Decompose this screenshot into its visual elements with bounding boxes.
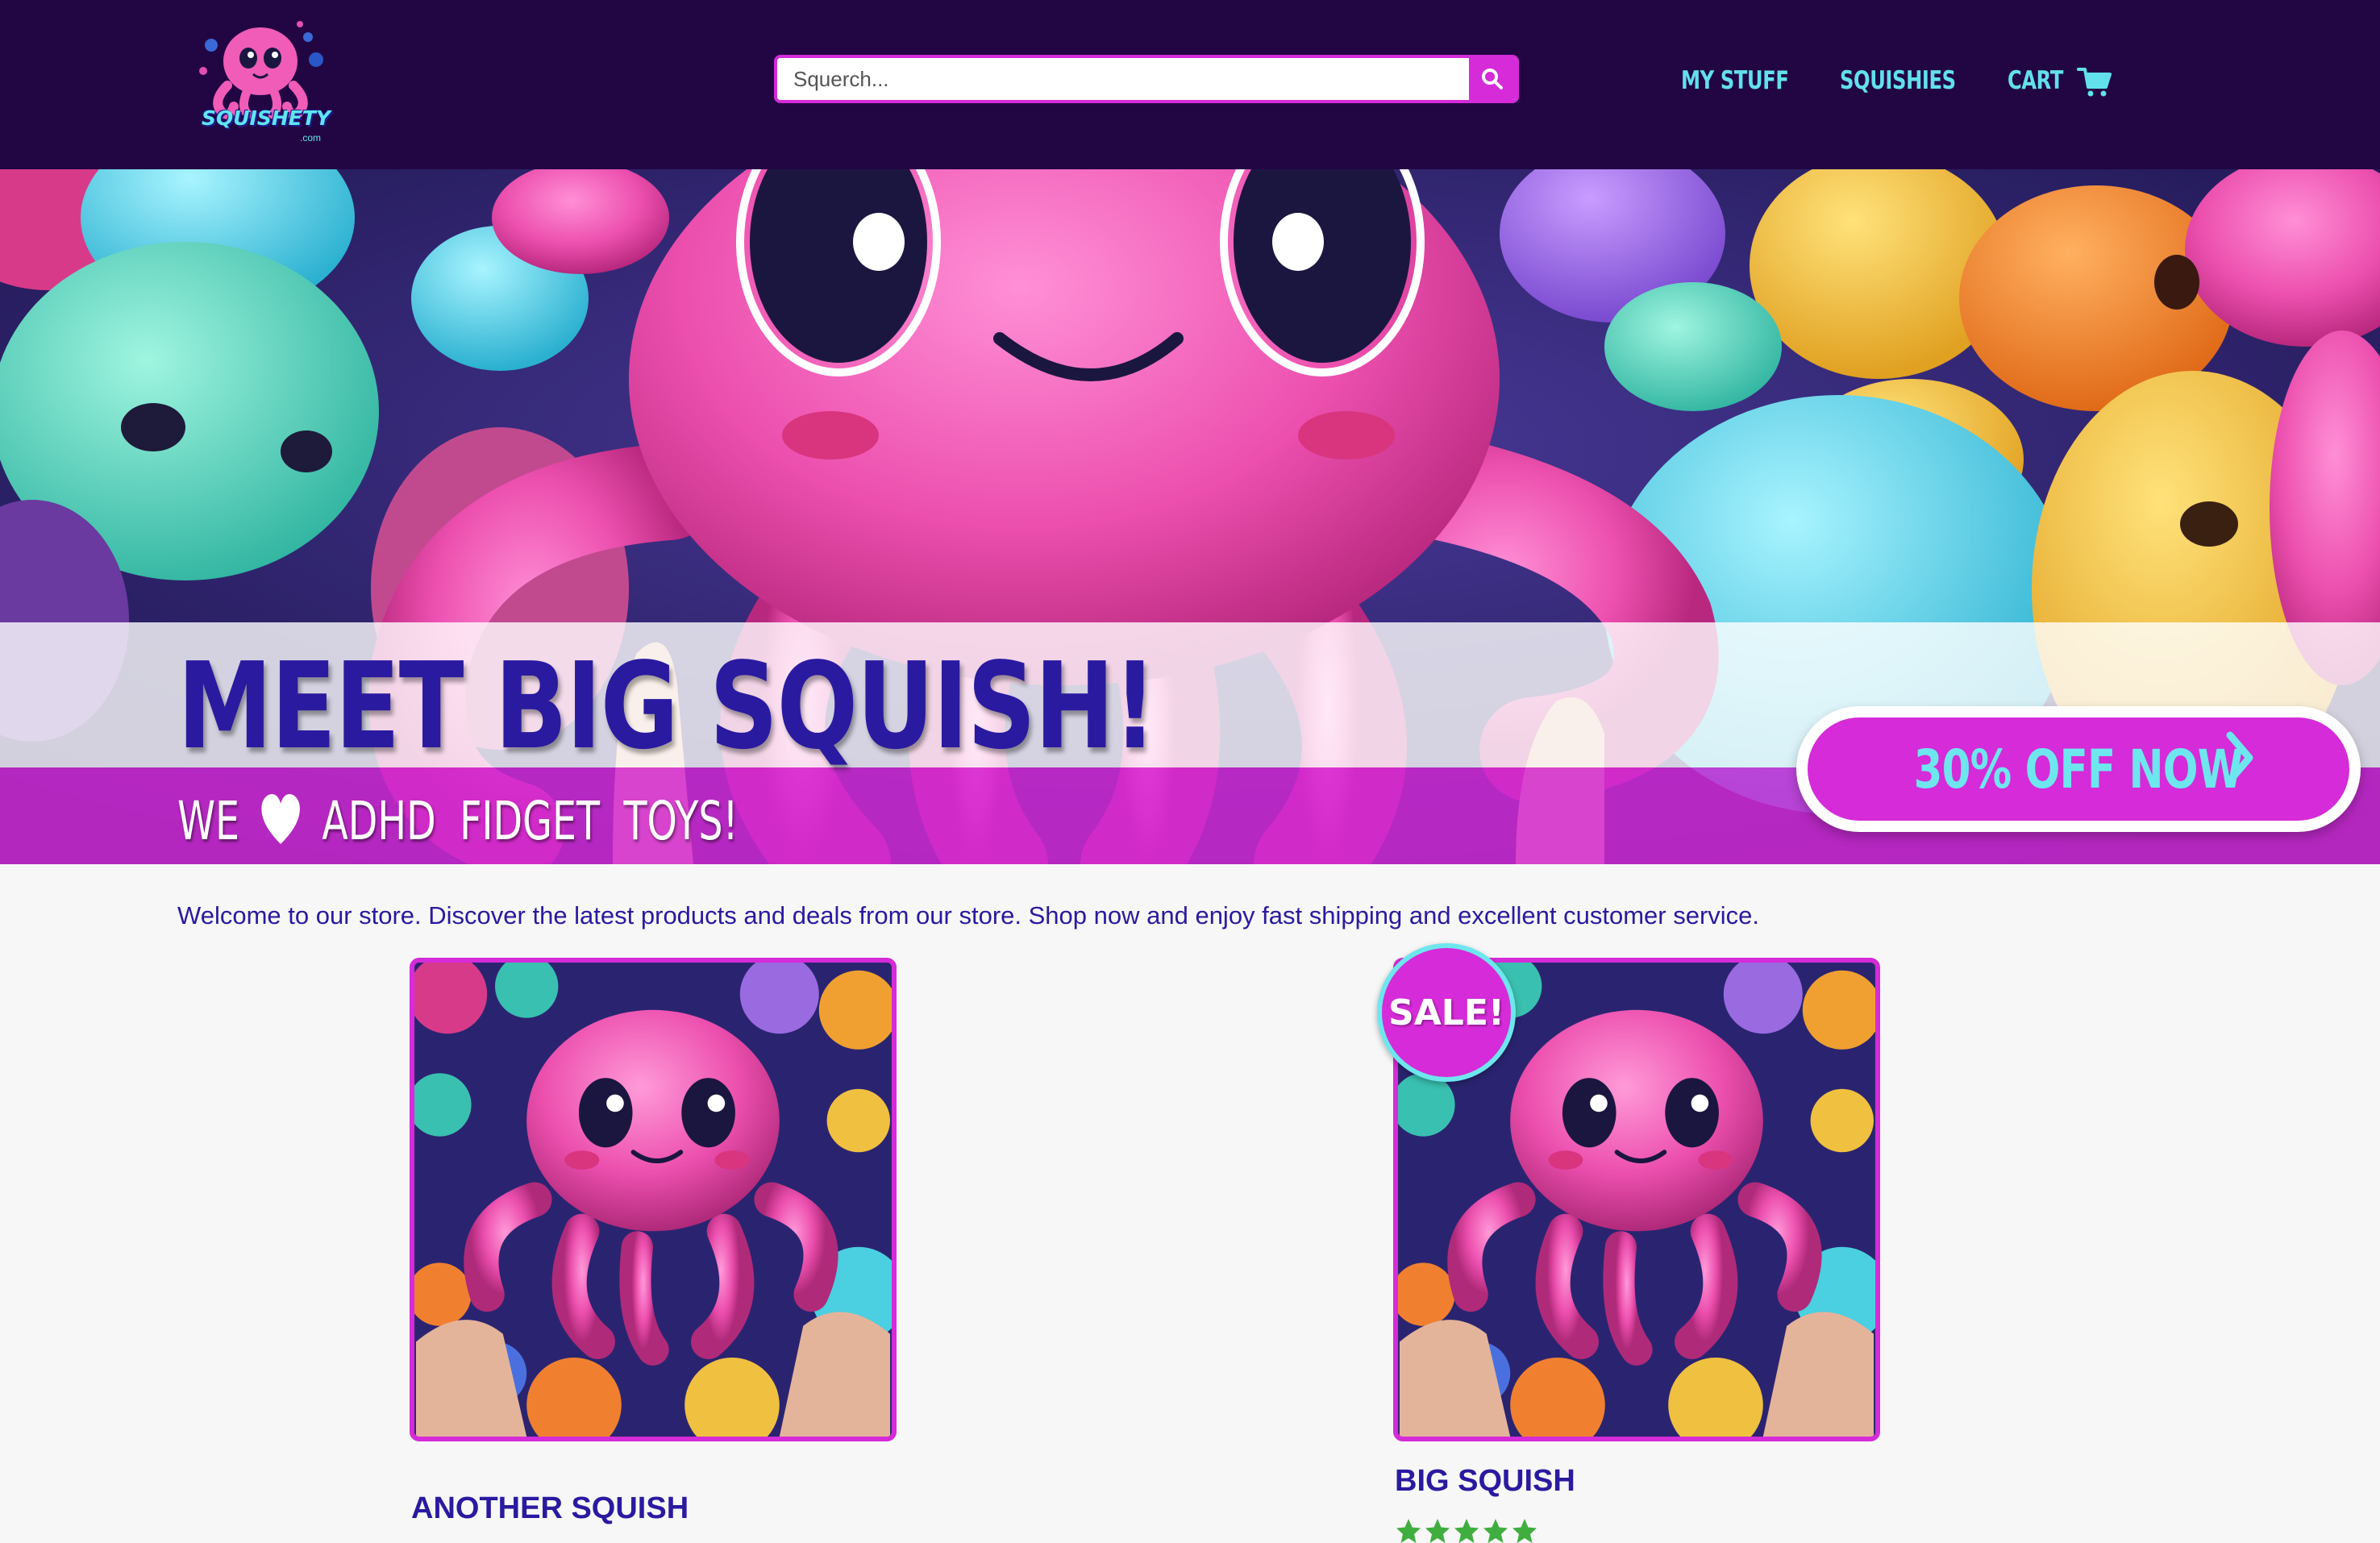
star-icon [1454,1519,1479,1543]
logo-domain: .com [300,132,322,143]
sale-cta-inner[interactable]: 30% OFF NOW [1808,717,2349,821]
product-octopus-image [414,963,892,1437]
search-button[interactable] [1469,58,1516,100]
site-header: SQUISHETY .com MY STUFF SQUISHIES CART [0,0,2380,169]
chevron-right-icon [2226,731,2253,784]
star-icon [1483,1519,1508,1543]
heart-icon [261,794,300,844]
product-rating [1395,1517,1538,1543]
product-name-another-squish[interactable]: ANOTHER SQUISH [411,1491,689,1526]
nav-cart[interactable]: CART [2008,66,2063,95]
star-icon [1425,1519,1450,1543]
search-icon [1482,69,1503,89]
hero-subtitle: WE ADHD FIDGET TOYS! [177,780,739,861]
sale-badge: SALE! [1377,943,1516,1082]
hero-title: MEET BIG SQUISH! [177,637,1157,776]
sale-cta-label: 30% OFF NOW [1913,738,2244,801]
sale-cta-button[interactable]: 30% OFF NOW [1796,706,2361,832]
hero-subtitle-we: WE [177,789,240,852]
search-input[interactable] [777,58,1472,100]
star-icon [1396,1519,1421,1543]
product-image-another-squish[interactable] [410,958,897,1441]
star-icon [1512,1519,1537,1543]
cart-icon[interactable] [2077,66,2112,98]
welcome-text: Welcome to our store. Discover the lates… [177,901,1760,930]
nav-my-stuff[interactable]: MY STUFF [1681,66,1789,95]
logo-wordmark[interactable]: SQUISHETY [202,106,331,130]
hero-subtitle-text: ADHD FIDGET TOYS! [322,789,739,852]
sale-badge-label: SALE! [1388,992,1504,1034]
product-name-big-squish[interactable]: BIG SQUISH [1395,1464,1575,1499]
search-bar [774,55,1519,103]
nav-squishies[interactable]: SQUISHIES [1840,66,1956,95]
